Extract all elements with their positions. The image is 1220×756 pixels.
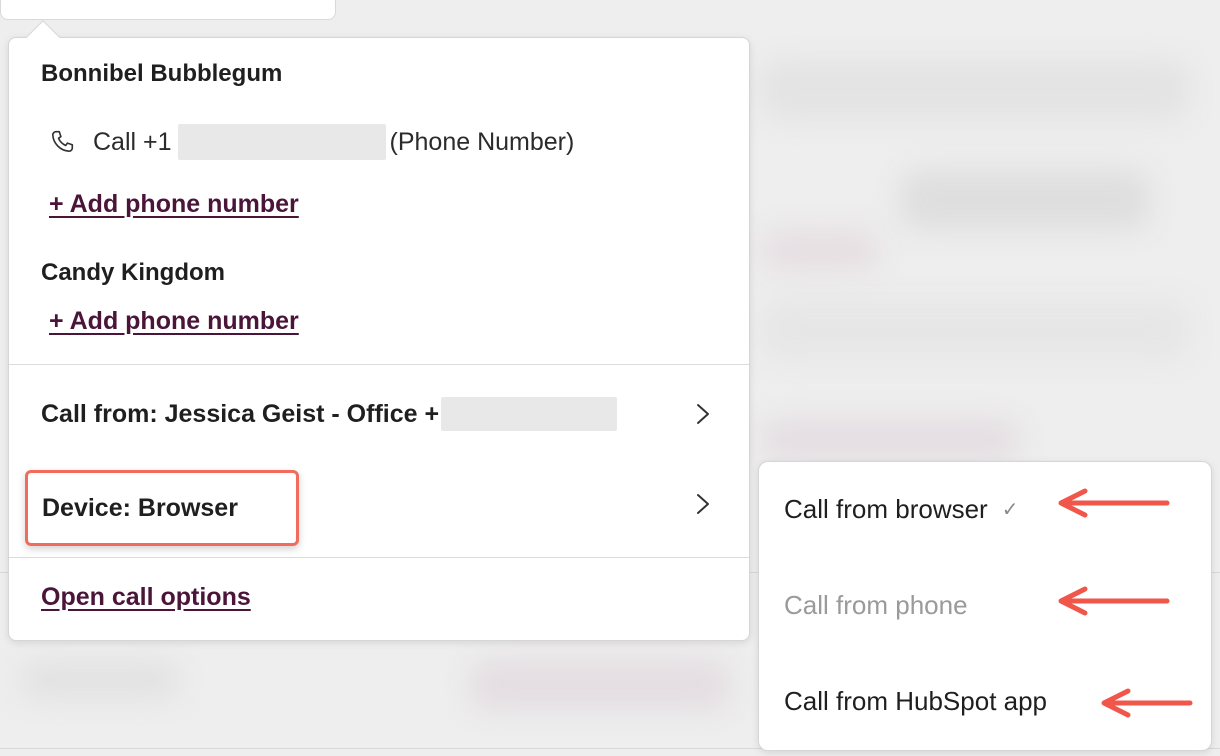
submenu-item-label: Call from HubSpot app	[784, 686, 1048, 716]
background-blur	[760, 60, 1190, 120]
background-blur	[760, 300, 1190, 360]
trigger-button-edge[interactable]	[0, 0, 336, 20]
call-contact-option[interactable]: Call +1 (Phone Number)	[49, 122, 574, 162]
section-divider	[9, 557, 749, 558]
arrow-left-icon	[1058, 488, 1170, 518]
call-popover: Bonnibel Bubblegum Call +1 (Phone Number…	[8, 20, 750, 641]
device-selector[interactable]: Device: Browser	[25, 470, 299, 546]
chevron-right-icon[interactable]	[695, 492, 711, 516]
background-blur	[900, 170, 1150, 230]
add-company-phone-link[interactable]: + Add phone number	[49, 307, 299, 336]
add-contact-phone-link[interactable]: + Add phone number	[49, 190, 299, 219]
submenu-item-call-from-phone[interactable]: Call from phone	[784, 590, 968, 621]
contact-name: Bonnibel Bubblegum	[41, 60, 283, 87]
background-blur	[470, 660, 730, 710]
submenu-item-call-from-hubspot-app[interactable]: Call from HubSpot app	[784, 686, 1047, 717]
section-divider	[9, 364, 749, 365]
submenu-item-label: Call from phone	[784, 590, 968, 620]
submenu-item-label: Call from browser	[784, 494, 988, 524]
company-name: Candy Kingdom	[41, 259, 225, 286]
arrow-left-icon	[1058, 586, 1170, 616]
check-icon: ✓	[1001, 499, 1019, 521]
phone-icon	[51, 130, 74, 153]
open-call-options-link[interactable]: Open call options	[41, 583, 251, 612]
background-blur	[760, 230, 880, 270]
chevron-right-icon[interactable]	[695, 402, 711, 426]
redacted-office-number	[441, 397, 618, 431]
background-blur	[760, 420, 1020, 460]
screenshot-stage: Bonnibel Bubblegum Call +1 (Phone Number…	[0, 0, 1220, 756]
submenu-item-call-from-browser[interactable]: Call from browser ✓	[784, 494, 1018, 525]
phone-number-label: (Phone Number)	[389, 127, 575, 156]
call-from-label: Call from: Jessica Geist - Office +	[41, 399, 440, 428]
background-blur	[20, 660, 180, 700]
device-label: Device: Browser	[42, 493, 238, 522]
call-from-row[interactable]: Call from: Jessica Geist - Office +	[41, 394, 618, 434]
call-number-prefix: Call +1	[93, 127, 172, 156]
redacted-phone-number	[177, 124, 386, 160]
arrow-left-icon	[1101, 688, 1193, 718]
